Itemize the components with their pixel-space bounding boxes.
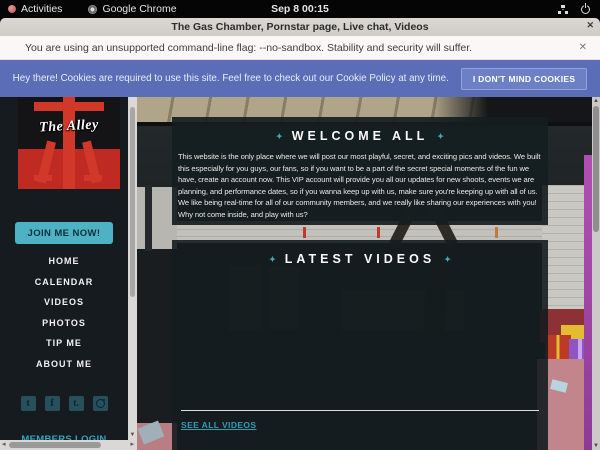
tumblr-icon[interactable]: t. bbox=[69, 396, 84, 411]
sidebar-item-photos[interactable]: PHOTOS bbox=[0, 313, 128, 334]
sidebar-item-tip-me[interactable]: TIP ME bbox=[0, 333, 128, 354]
ornament-icon: ✦ bbox=[276, 132, 283, 141]
scroll-left-icon[interactable]: ◂ bbox=[2, 440, 6, 450]
logo-shape bbox=[34, 175, 52, 181]
photo-candle bbox=[495, 227, 498, 238]
scroll-up-icon[interactable]: ▲ bbox=[592, 97, 600, 105]
site-logo[interactable]: The Alley bbox=[18, 97, 120, 189]
photo-pole bbox=[145, 185, 152, 251]
gnome-top-bar: Activities Google Chrome Sep 8 00:15 bbox=[0, 0, 600, 18]
logo-shape bbox=[34, 102, 104, 111]
window-title: The Gas Chamber, Pornstar page, Live cha… bbox=[171, 21, 428, 33]
photo-candle bbox=[303, 227, 306, 238]
scroll-right-icon[interactable]: ▸ bbox=[130, 440, 134, 450]
main-content: ✦ WELCOME ALL ✦ This website is the only… bbox=[137, 97, 592, 450]
photo-gift-red bbox=[545, 335, 571, 361]
twitter-icon[interactable]: t bbox=[21, 396, 36, 411]
sidebar-item-about-me[interactable]: ABOUT ME bbox=[0, 354, 128, 375]
cookie-message: Hey there! Cookies are required to use t… bbox=[13, 73, 449, 84]
power-icon[interactable] bbox=[581, 5, 590, 14]
latest-videos-panel: ✦ LATEST VIDEOS ✦ SEE ALL VIDEOS bbox=[172, 240, 548, 450]
network-icon[interactable] bbox=[558, 5, 568, 14]
facebook-icon[interactable]: f bbox=[45, 396, 60, 411]
page-body: The Alley JOIN ME NOW! HOME CALENDAR VID… bbox=[0, 97, 600, 450]
logo-shape bbox=[84, 175, 102, 181]
page-vertical-scrollbar[interactable]: ▲ ▼ bbox=[592, 97, 600, 450]
window-close-icon[interactable]: ✕ bbox=[586, 20, 594, 31]
welcome-heading: ✦ WELCOME ALL ✦ bbox=[172, 129, 548, 143]
sidebar-horizontal-scrollbar[interactable]: ◂ ▸ bbox=[0, 440, 137, 450]
clock[interactable]: Sep 8 00:15 bbox=[0, 3, 600, 15]
welcome-text: This website is the only place where we … bbox=[178, 151, 541, 220]
photo-brick-left bbox=[137, 187, 177, 249]
photo-candle bbox=[377, 227, 380, 238]
cookie-banner: Hey there! Cookies are required to use t… bbox=[0, 60, 600, 97]
latest-videos-heading: ✦ LATEST VIDEOS ✦ bbox=[172, 252, 548, 266]
latest-videos-title: LATEST VIDEOS bbox=[285, 252, 435, 266]
sidebar: The Alley JOIN ME NOW! HOME CALENDAR VID… bbox=[0, 97, 128, 450]
window-titlebar[interactable]: The Gas Chamber, Pornstar page, Live cha… bbox=[0, 18, 600, 36]
join-me-now-button[interactable]: JOIN ME NOW! bbox=[15, 222, 113, 244]
page-vscroll-thumb[interactable] bbox=[593, 106, 599, 232]
see-all-videos-link[interactable]: SEE ALL VIDEOS bbox=[181, 420, 257, 430]
warning-text: You are using an unsupported command-lin… bbox=[25, 42, 472, 54]
system-tray[interactable] bbox=[558, 5, 590, 14]
welcome-title: WELCOME ALL bbox=[292, 129, 429, 143]
sidebar-vertical-scrollbar[interactable]: ▼ bbox=[128, 97, 137, 450]
sidebar-item-home[interactable]: HOME bbox=[0, 251, 128, 272]
sidebar-nav: HOME CALENDAR VIDEOS PHOTOS TIP ME ABOUT… bbox=[0, 251, 128, 374]
instagram-icon[interactable] bbox=[93, 396, 108, 411]
sidebar-item-calendar[interactable]: CALENDAR bbox=[0, 272, 128, 293]
welcome-panel: ✦ WELCOME ALL ✦ This website is the only… bbox=[172, 117, 548, 225]
sidebar-item-videos[interactable]: VIDEOS bbox=[0, 292, 128, 313]
logo-text: The Alley bbox=[18, 116, 120, 137]
ornament-icon: ✦ bbox=[437, 132, 444, 141]
divider bbox=[181, 410, 539, 411]
warning-close-icon[interactable]: ✕ bbox=[579, 42, 587, 53]
ornament-icon: ✦ bbox=[269, 255, 276, 264]
social-links: t f t. bbox=[0, 396, 128, 411]
accept-cookies-button[interactable]: I DON'T MIND COOKIES bbox=[461, 68, 587, 90]
sidebar-vscroll-thumb[interactable] bbox=[130, 107, 135, 297]
ornament-icon: ✦ bbox=[444, 255, 451, 264]
sidebar-hscroll-thumb[interactable] bbox=[9, 442, 101, 448]
scroll-down-icon[interactable]: ▼ bbox=[128, 431, 137, 439]
photo-purple-strip bbox=[584, 155, 592, 450]
scroll-down-icon[interactable]: ▼ bbox=[592, 442, 600, 450]
chrome-warning-bar: You are using an unsupported command-lin… bbox=[0, 36, 600, 60]
